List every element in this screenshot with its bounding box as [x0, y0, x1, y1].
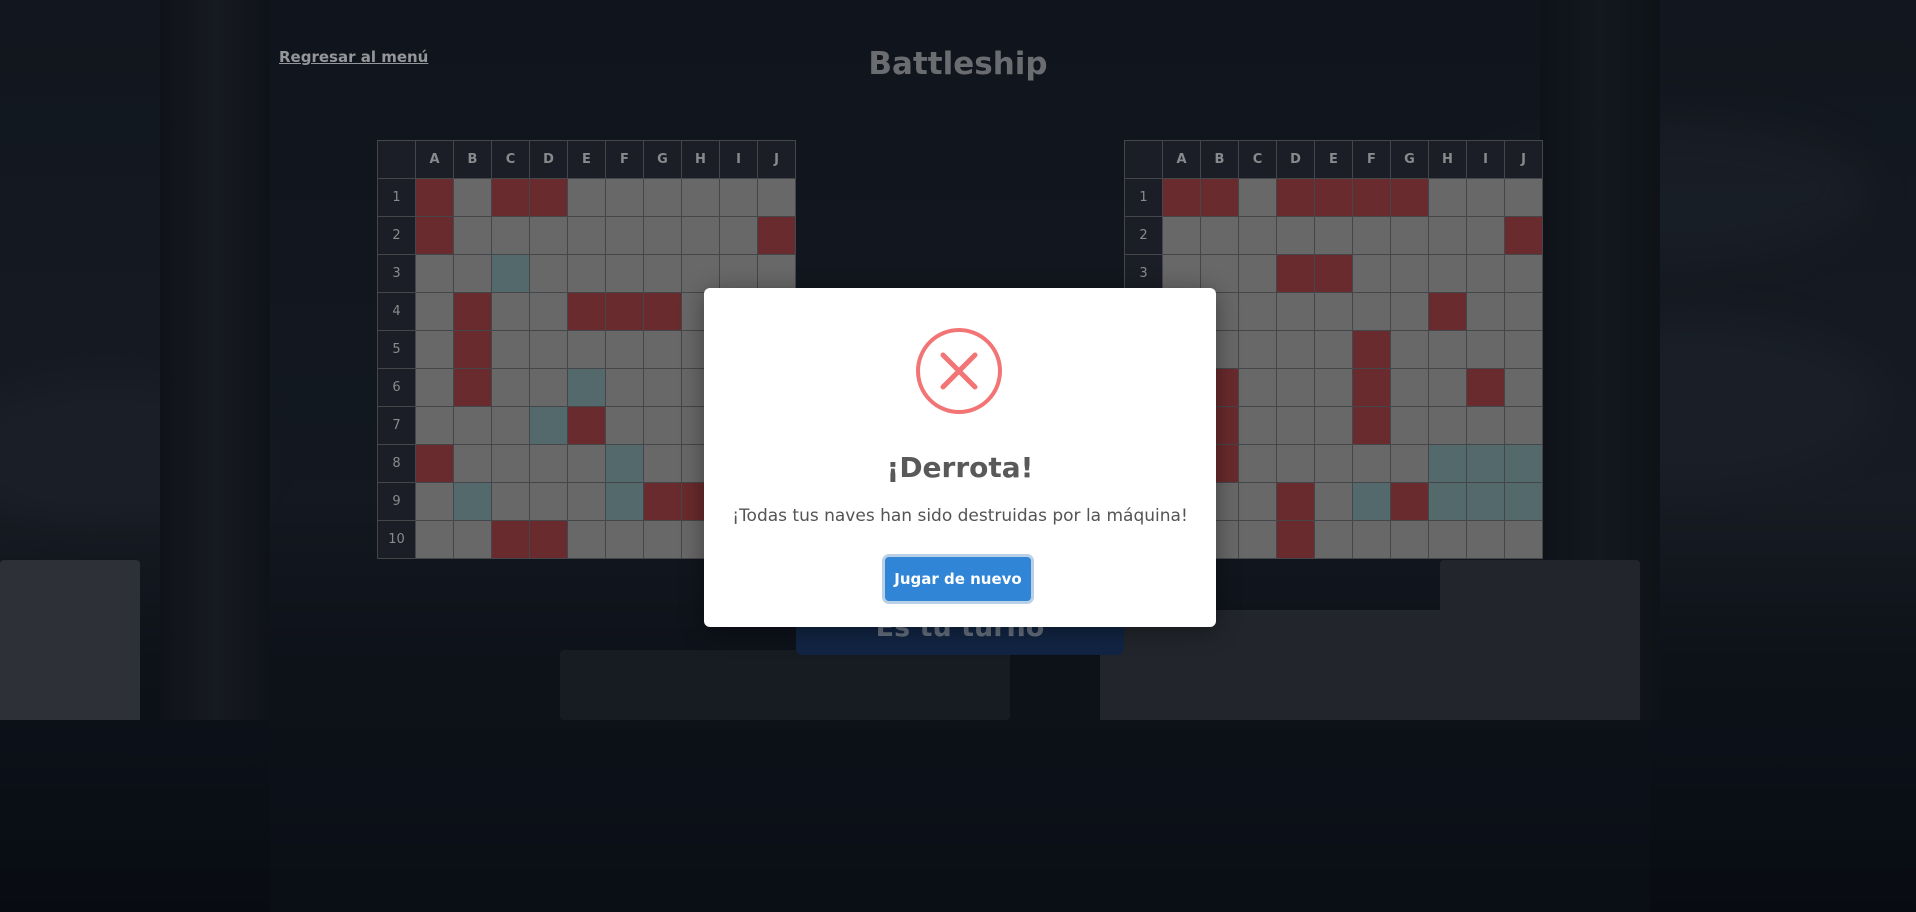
defeat-modal: ¡Derrota! ¡Todas tus naves han sido dest… [704, 288, 1216, 627]
play-again-button[interactable]: Jugar de nuevo [885, 557, 1031, 601]
modal-title: ¡Derrota! [886, 451, 1034, 484]
modal-message: ¡Todas tus naves han sido destruidas por… [732, 506, 1188, 526]
error-x-icon [915, 327, 1003, 415]
